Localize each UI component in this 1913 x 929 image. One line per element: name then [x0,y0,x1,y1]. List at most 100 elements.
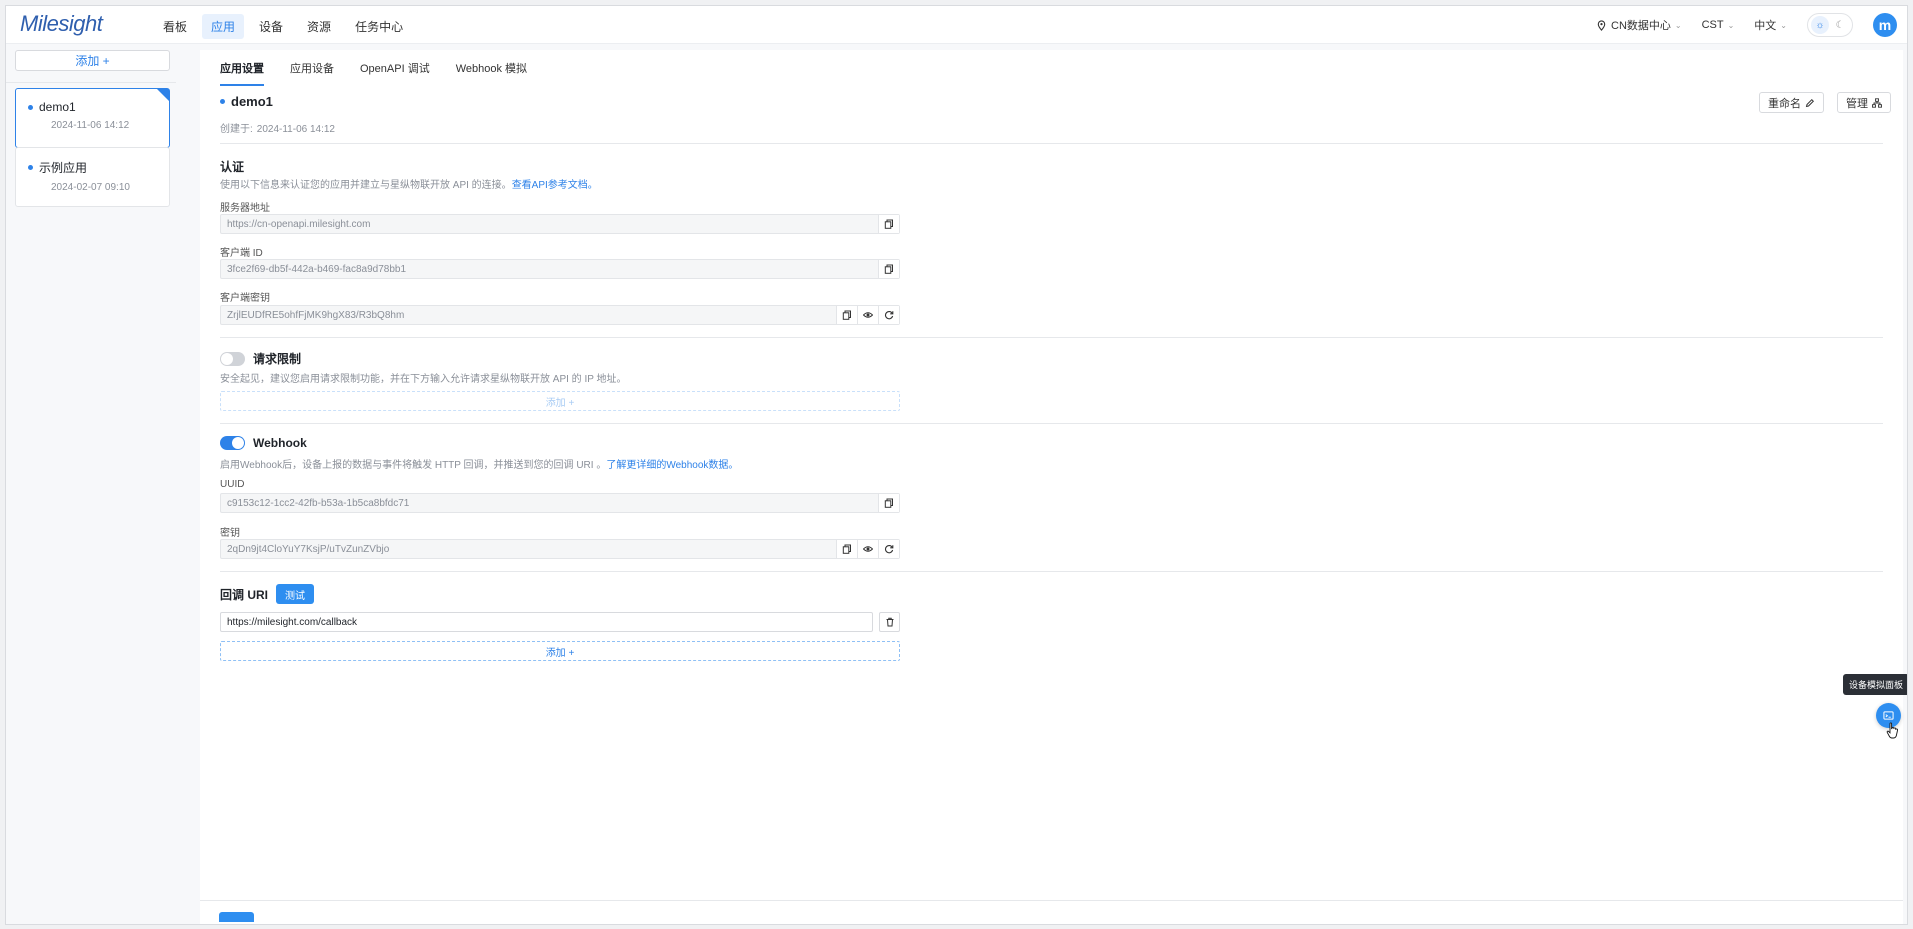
copy-icon[interactable] [836,540,857,558]
rate-limit-header: 请求限制 [220,350,301,367]
copy-icon[interactable] [878,215,899,233]
auth-description: 使用以下信息来认证您的应用并建立与星纵物联开放 API 的连接。查看API参考文… [220,176,598,191]
webhook-toggle[interactable] [220,436,245,450]
app-card-date: 2024-02-07 09:10 [51,182,130,193]
app-title-text: demo1 [231,94,273,109]
datacenter-label: CN数据中心 [1611,20,1671,32]
manage-label: 管理 [1846,97,1868,110]
client-secret-value[interactable]: ZrjlEUDfRE5ohfFjMK9hgX83/R3bQ8hm [221,310,836,321]
user-avatar[interactable]: m [1873,13,1897,37]
nav-item-task-center[interactable]: 任务中心 [346,14,412,39]
status-dot [28,104,33,110]
top-navigation-bar: Milesight 看板 应用 设备 资源 任务中心 CN数据中心 ⌄ CST … [6,6,1907,44]
app-title: demo1 [220,94,273,109]
divider [220,337,1883,338]
mouse-cursor-icon [1886,722,1899,739]
divider [220,143,1883,144]
main-nav: 看板 应用 设备 资源 任务中心 [154,14,412,39]
tab-webhook-simulation[interactable]: Webhook 模拟 [456,60,527,86]
app-card-example[interactable]: 示例应用 2024-02-07 09:10 [15,147,170,207]
timezone-selector[interactable]: CST ⌄ [1702,19,1735,31]
auth-desc-text: 使用以下信息来认证您的应用并建立与星纵物联开放 API 的连接。 [220,180,512,191]
created-label: 创建于: [220,124,253,135]
eye-icon[interactable] [857,306,878,324]
webhook-secret-field: 2qDn9jt4CloYuY7KsjP/uTvZunZVbjo [220,539,900,559]
delete-uri-button[interactable] [879,612,900,632]
save-button[interactable] [219,912,254,922]
app-window: Milesight 看板 应用 设备 资源 任务中心 CN数据中心 ⌄ CST … [5,5,1908,925]
timezone-label: CST [1701,19,1724,31]
selected-corner-marker [157,89,169,101]
uuid-value[interactable]: c9153c12-1cc2-42fb-b53a-1b5ca8bfdc71 [221,498,878,509]
app-card-name: 示例应用 [39,161,88,175]
auth-section-title: 认证 [220,160,245,174]
nav-item-applications[interactable]: 应用 [202,14,245,39]
webhook-header: Webhook [220,436,307,450]
created-date: 2024-11-06 14:12 [256,124,335,135]
webhook-desc-text: 启用Webhook后，设备上报的数据与事件将触发 HTTP 回调，并推送到您的回… [220,460,607,471]
datacenter-selector[interactable]: CN数据中心 ⌄ [1596,17,1682,33]
theme-toggle[interactable]: ☼ ☾ [1807,13,1853,37]
eye-icon[interactable] [857,540,878,558]
chevron-down-icon: ⌄ [1780,20,1787,30]
webhook-docs-link[interactable]: 了解更详细的Webhook数据。 [606,460,738,471]
app-card-demo1[interactable]: demo1 2024-11-06 14:12 [15,88,170,148]
rename-label: 重命名 [1768,97,1801,110]
add-ip-button[interactable]: 添加 + [220,391,900,411]
server-address-value[interactable]: https://cn-openapi.milesight.com [221,219,878,230]
status-dot [220,99,225,104]
nav-item-devices[interactable]: 设备 [250,14,292,39]
copy-icon[interactable] [878,494,899,512]
rename-button[interactable]: 重命名 [1759,92,1824,113]
app-card-date: 2024-11-06 14:12 [51,120,130,131]
client-id-field: 3fce2f69-db5f-442a-b469-fac8a9d78bb1 [220,259,900,279]
api-docs-link[interactable]: 查看API参考文档。 [512,180,598,191]
sidebar-divider [6,82,176,83]
manage-button[interactable]: 管理 [1837,92,1891,113]
tab-openapi-debug[interactable]: OpenAPI 调试 [360,60,430,86]
webhook-title: Webhook [253,436,307,450]
application-sidebar: 添加 + demo1 2024-11-06 14:12 示例应用 2024-02… [6,46,176,924]
main-content: 应用设置 应用设备 OpenAPI 调试 Webhook 模拟 demo1 创建… [200,50,1903,924]
rate-limit-toggle[interactable] [220,351,245,366]
callback-uri-input[interactable]: https://milesight.com/callback [220,612,873,632]
rate-limit-title: 请求限制 [253,352,302,366]
device-simulator-tooltip: 设备模拟面板 [1843,674,1907,695]
nav-item-resources[interactable]: 资源 [298,14,340,39]
client-secret-label: 客户端密钥 [220,293,270,304]
copy-icon[interactable] [836,306,857,324]
add-callback-uri-button[interactable]: 添加 + [220,641,900,661]
location-pin-icon [1597,19,1606,31]
chevron-down-icon: ⌄ [1727,20,1735,30]
server-address-label: 服务器地址 [220,203,270,214]
settings-tabs: 应用设置 应用设备 OpenAPI 调试 Webhook 模拟 [220,60,527,86]
chevron-down-icon: ⌄ [1674,20,1682,30]
trash-icon [886,617,893,627]
milesight-logo[interactable]: Milesight [20,11,103,37]
uuid-label: UUID [220,479,245,490]
client-id-value[interactable]: 3fce2f69-db5f-442a-b469-fac8a9d78bb1 [221,264,878,275]
callback-title: 回调 URI [220,587,269,602]
refresh-icon[interactable] [878,306,899,324]
divider [220,423,1883,424]
rate-limit-description: 安全起见，建议您启用请求限制功能，并在下方输入允许请求星纵物联开放 API 的 … [220,374,627,385]
refresh-icon[interactable] [878,540,899,558]
language-selector[interactable]: 中文 ⌄ [1754,17,1787,33]
copy-icon[interactable] [878,260,899,278]
divider [220,571,1883,572]
status-dot [28,165,33,170]
callback-header: 回调 URI 测试 [220,584,315,604]
add-application-button[interactable]: 添加 + [15,50,170,71]
created-info: 创建于: 2024-11-06 14:12 [220,120,335,135]
tab-app-devices[interactable]: 应用设备 [290,60,334,86]
webhook-description: 启用Webhook后，设备上报的数据与事件将触发 HTTP 回调，并推送到您的回… [220,456,738,471]
tab-app-settings[interactable]: 应用设置 [220,60,264,86]
moon-icon[interactable]: ☾ [1831,16,1849,34]
webhook-secret-value[interactable]: 2qDn9jt4CloYuY7KsjP/uTvZunZVbjo [221,544,836,555]
client-id-label: 客户端 ID [220,248,263,259]
server-address-field: https://cn-openapi.milesight.com [220,214,900,234]
test-button[interactable]: 测试 [276,584,315,604]
sun-icon[interactable]: ☼ [1811,16,1829,34]
language-label: 中文 [1754,20,1777,32]
nav-item-dashboard[interactable]: 看板 [154,14,196,39]
